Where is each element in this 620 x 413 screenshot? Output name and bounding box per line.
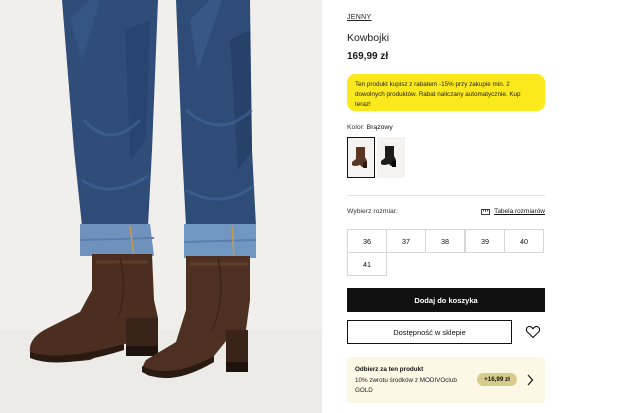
color-label: Kolor: Brązowy: [347, 124, 393, 131]
loyalty-text: 10% zwrotu środków z MODIVOclub GOLD: [355, 377, 457, 394]
black-boot-icon: [381, 146, 396, 167]
loyalty-cashback-badge: +16,99 zł: [477, 373, 517, 386]
product-details: JENNY Kowbojki 169,99 zł Ten produkt kup…: [347, 0, 545, 413]
chevron-right-icon: [527, 374, 534, 386]
color-swatch-black[interactable]: [377, 137, 405, 178]
promo-text: Ten produkt kupisz z rabatem -15% przy z…: [355, 81, 521, 108]
heart-icon: [525, 325, 541, 339]
color-selected-value: Brązowy: [366, 124, 393, 131]
size-option[interactable]: 39: [465, 229, 505, 253]
product-price: 169,99 zł: [347, 51, 389, 62]
size-option[interactable]: 36: [347, 229, 387, 253]
size-guide-link[interactable]: Tabela rozmiarów: [481, 208, 545, 215]
wishlist-button[interactable]: [525, 324, 541, 340]
loyalty-card[interactable]: Odbierz za ten produkt 10% zwrotu środkó…: [347, 357, 545, 403]
add-to-cart-button[interactable]: Dodaj do koszyka: [347, 288, 545, 312]
product-photo-illustration: [0, 0, 322, 413]
size-option[interactable]: 37: [386, 229, 426, 253]
store-availability-button[interactable]: Dostępność w sklepie: [347, 320, 512, 344]
size-option[interactable]: 38: [425, 229, 465, 253]
size-guide-label: Tabela rozmiarów: [494, 208, 545, 215]
color-swatch-brown[interactable]: [347, 137, 375, 178]
brown-boot-icon: [352, 147, 367, 168]
ruler-icon: [481, 208, 490, 215]
divider: [347, 195, 545, 196]
color-label-prefix: Kolor:: [347, 124, 365, 131]
loyalty-title: Odbierz za ten produkt: [355, 366, 424, 373]
product-name: Kowbojki: [347, 32, 390, 44]
promo-banner: Ten produkt kupisz z rabatem -15% przy z…: [347, 74, 545, 111]
size-option[interactable]: 40: [504, 229, 544, 253]
brand-link[interactable]: JENNY: [347, 14, 371, 21]
size-option[interactable]: 41: [347, 252, 387, 276]
product-photo[interactable]: [0, 0, 322, 413]
size-label: Wybierz rozmiar:: [347, 208, 398, 215]
